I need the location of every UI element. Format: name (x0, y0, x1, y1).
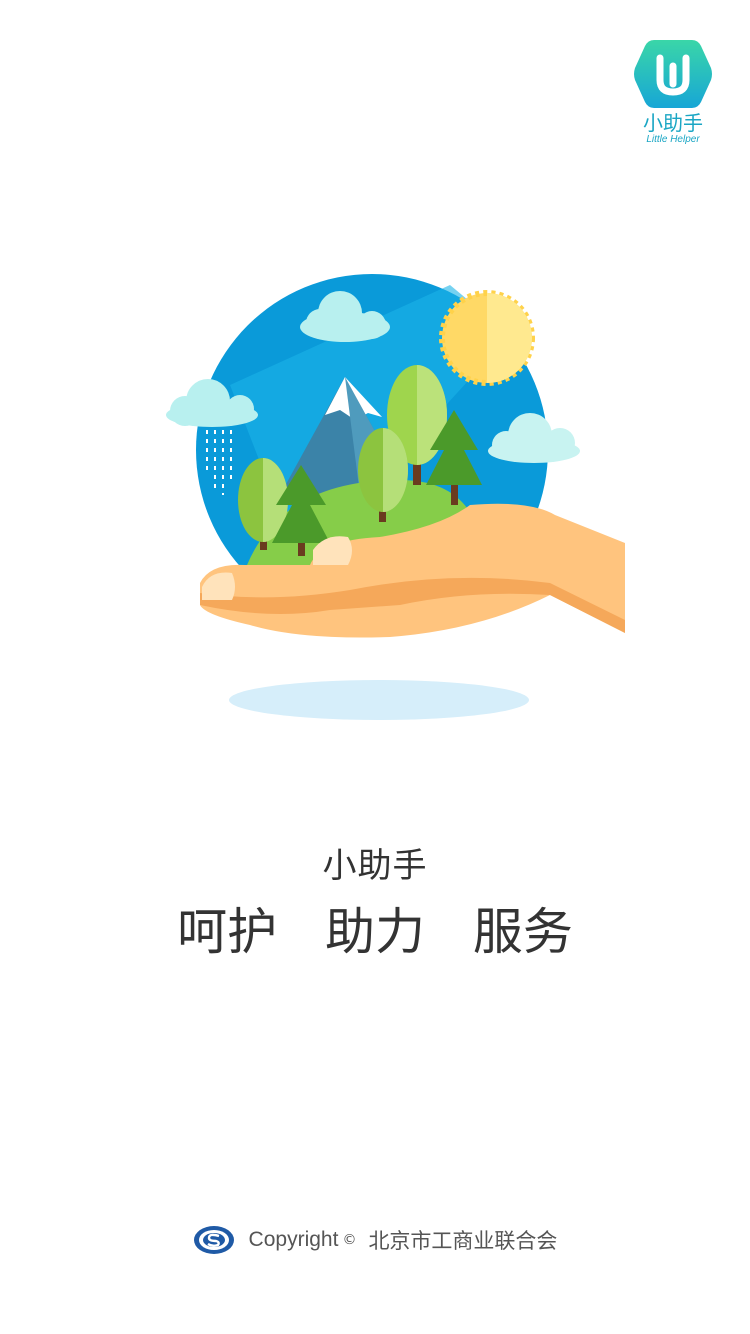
logo-title: 小助手 (643, 111, 703, 135)
wrench-hex-icon (634, 40, 712, 108)
hand-holding-nature-illustration (150, 265, 630, 735)
app-logo: 小助手 Little Helper (634, 38, 712, 153)
copyright-symbol: © (342, 1232, 357, 1248)
footer: Copyright © 北京市工商业联合会 (0, 1222, 750, 1258)
slogan: 呵护 助力 服务 (0, 892, 750, 964)
shadow-ellipse (229, 680, 529, 720)
slogan-word-3: 服务 (472, 903, 573, 961)
slogan-word-1: 呵护 (177, 903, 278, 961)
slogan-word-2: 助力 (325, 903, 425, 961)
logo-subtitle: Little Helper (646, 134, 700, 145)
organization-name: 北京市工商业联合会 (368, 1229, 558, 1253)
federation-emblem-icon (193, 1226, 234, 1254)
copyright-text: Copyright (248, 1228, 339, 1251)
app-name: 小助手 (322, 846, 428, 886)
sun-icon (439, 290, 535, 386)
